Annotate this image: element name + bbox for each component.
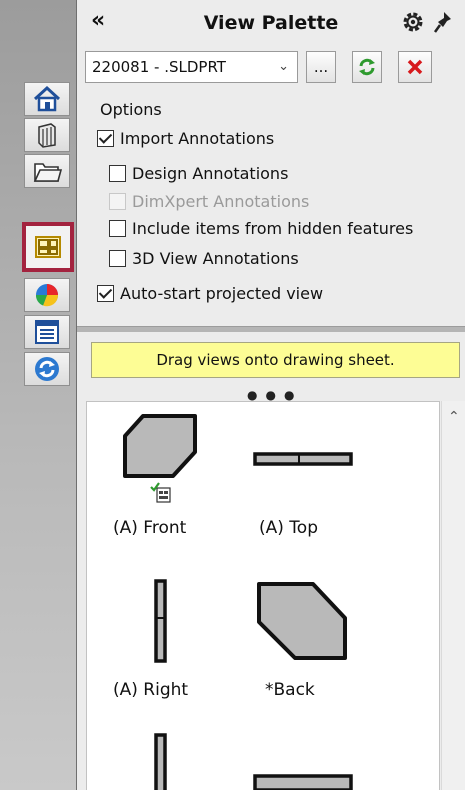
browse-button[interactable]: ...: [306, 51, 336, 83]
document-select[interactable]: 220081 - .SLDPRT ⌄: [85, 51, 298, 83]
tab-appearances[interactable]: [24, 278, 70, 312]
scroll-up-icon[interactable]: ⌃: [448, 409, 460, 425]
design-annotations-option[interactable]: Design Annotations: [109, 164, 288, 183]
right-view-thumbnail: [154, 579, 167, 663]
dimxpert-annotations-option: DimXpert Annotations: [109, 192, 309, 211]
front-view-thumbnail: [123, 414, 197, 478]
view-3d-annotations-checkbox[interactable]: [109, 250, 126, 267]
tab-view-palette[interactable]: [22, 222, 74, 272]
gear-icon[interactable]: [401, 10, 425, 34]
tab-solidworks-resources[interactable]: [24, 352, 70, 386]
custom-properties-icon: [35, 320, 59, 344]
hidden-features-label: Include items from hidden features: [132, 219, 414, 238]
design-annotations-label: Design Annotations: [132, 164, 289, 183]
tab-file-explorer[interactable]: [24, 154, 70, 188]
tab-custom-properties[interactable]: [24, 315, 70, 349]
design-annotations-checkbox[interactable]: [109, 165, 126, 182]
parts-library-icon: [38, 123, 56, 148]
resize-grip-icon[interactable]: ●●●: [247, 388, 302, 402]
views-scrollbar[interactable]: ⌃: [441, 401, 465, 790]
folder-icon: [33, 163, 62, 182]
partial-view-thumbnail: [154, 733, 167, 790]
options-heading: Options: [100, 100, 162, 119]
refresh-icon: [35, 357, 59, 381]
document-select-value: 220081 - .SLDPRT: [92, 58, 226, 76]
hidden-features-option[interactable]: Include items from hidden features: [109, 219, 413, 238]
chevron-down-icon: ⌄: [278, 59, 289, 74]
tab-home[interactable]: [24, 82, 70, 116]
home-icon: [33, 85, 61, 112]
view-label: (A) Top: [259, 518, 318, 538]
tab-design-library[interactable]: [24, 118, 70, 152]
import-annotations-option[interactable]: Import Annotations: [97, 129, 274, 148]
auto-start-option[interactable]: Auto-start projected view: [97, 284, 323, 303]
auto-start-checkbox[interactable]: [97, 285, 114, 302]
top-view-thumbnail: [253, 452, 353, 466]
splitter-handle[interactable]: [77, 326, 465, 332]
view-label: (A) Front: [113, 518, 187, 538]
close-icon: [407, 59, 423, 75]
appearance-icon: [35, 284, 59, 307]
view-palette-icon: [35, 236, 61, 258]
view-3d-annotations-label: 3D View Annotations: [132, 249, 299, 268]
view-label: *Back: [265, 680, 315, 700]
import-annotations-label: Import Annotations: [120, 129, 275, 148]
annotations-imported-icon: [150, 482, 171, 503]
panel-titlebar: « View Palette: [77, 0, 465, 44]
view-3d-annotations-option[interactable]: 3D View Annotations: [109, 249, 299, 268]
clear-button[interactable]: [398, 51, 432, 83]
auto-start-label: Auto-start projected view: [120, 284, 324, 303]
import-annotations-checkbox[interactable]: [97, 130, 114, 147]
views-pane: (A) Front (A) Top (A) Right *Back: [86, 401, 440, 790]
dimxpert-annotations-label: DimXpert Annotations: [132, 192, 310, 211]
partial-view-thumbnail: [253, 774, 353, 790]
drag-hint-banner: Drag views onto drawing sheet.: [91, 342, 460, 378]
dimxpert-annotations-checkbox: [109, 193, 126, 210]
refresh-button[interactable]: [352, 51, 382, 83]
view-label: (A) Right: [113, 680, 189, 700]
back-view-thumbnail: [257, 582, 347, 660]
hidden-features-checkbox[interactable]: [109, 220, 126, 237]
pin-icon[interactable]: [433, 10, 455, 34]
view-palette-panel: « View Palette 220081 - .SLDPRT ⌄ ... Op…: [76, 0, 465, 790]
refresh-icon: [359, 58, 375, 76]
